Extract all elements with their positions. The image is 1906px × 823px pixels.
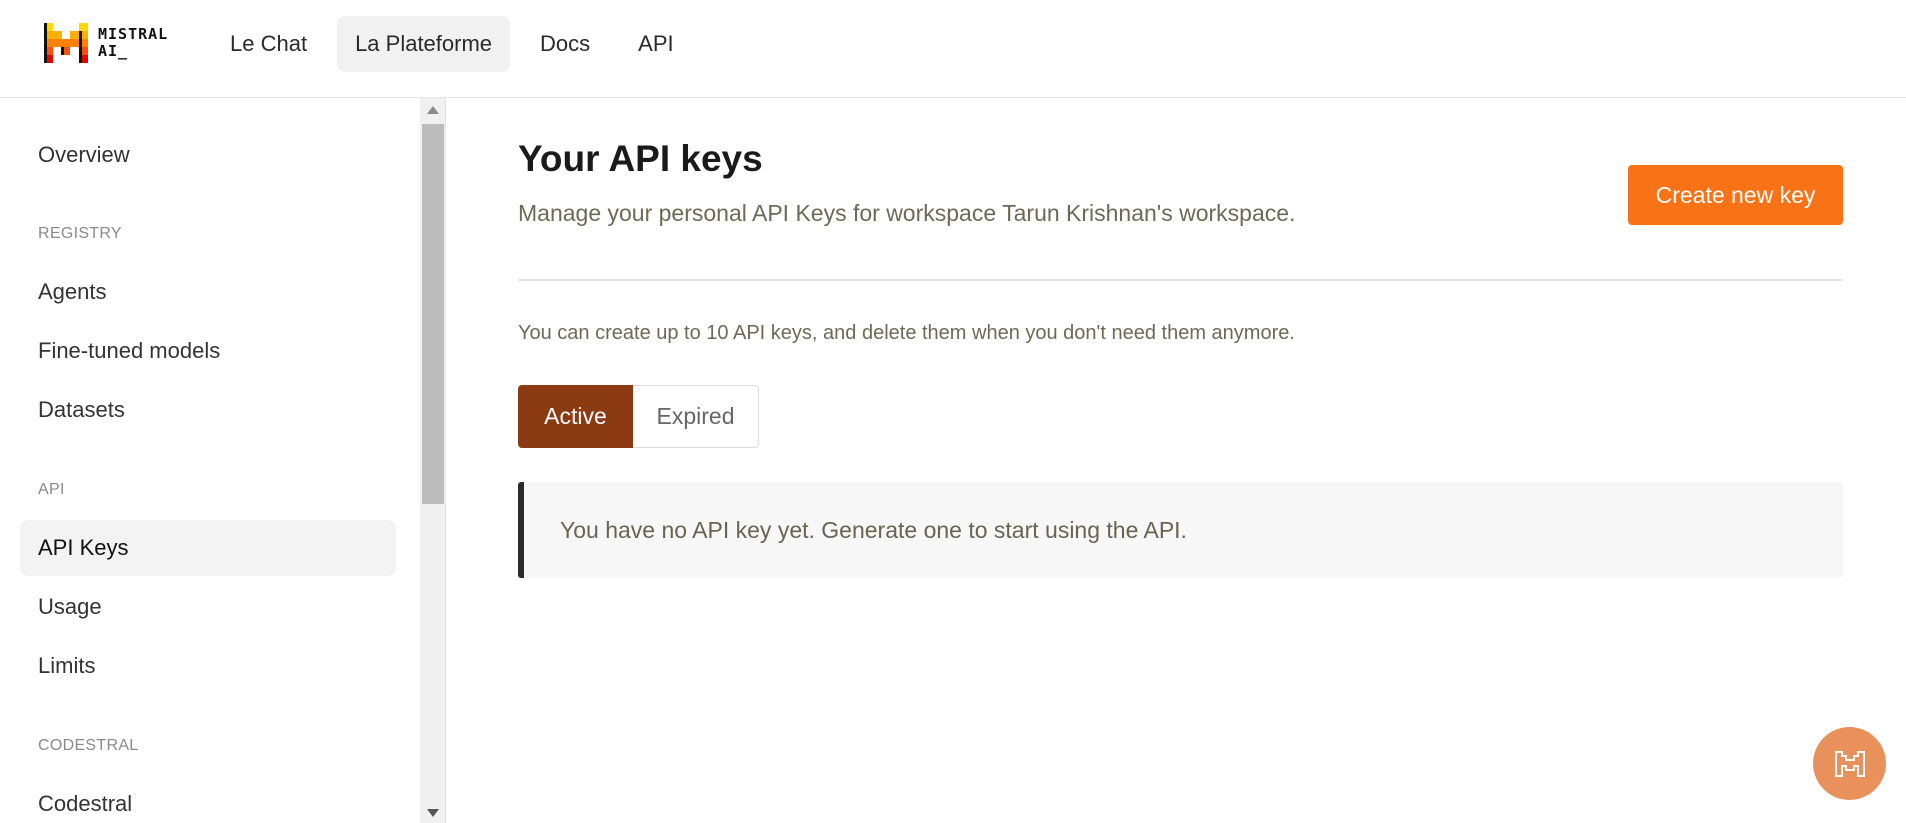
scroll-down-arrow-icon[interactable] [427,809,439,817]
sidebar-item-api-keys[interactable]: API Keys [20,520,396,576]
logo-line-2: AI_ [98,42,129,60]
sidebar-item-overview[interactable]: Overview [20,127,396,183]
sidebar-item-codestral[interactable]: Codestral [20,776,396,823]
nav-le-chat[interactable]: Le Chat [212,16,325,72]
scroll-up-arrow-icon[interactable] [427,106,439,114]
sidebar-item-usage[interactable]: Usage [20,579,396,635]
nav-api[interactable]: API [620,16,691,72]
scrollbar-thumb[interactable] [422,124,444,504]
sidebar-section-registry: REGISTRY [38,225,122,242]
mistral-chat-launcher-button[interactable] [1813,727,1886,800]
nav-la-plateforme[interactable]: La Plateforme [337,16,511,72]
main-content: Your API keys Manage your personal API K… [447,98,1906,823]
mistral-logo[interactable]: MISTRAL AI_ [44,22,180,64]
sidebar-scrollbar[interactable] [420,98,446,823]
top-header: MISTRAL AI_ Le Chat La Plateforme Docs A… [0,0,1906,98]
sidebar-section-api: API [38,481,65,498]
top-nav: Le Chat La Plateforme Docs API [212,16,704,72]
sidebar-section-codestral: CODESTRAL [38,737,139,754]
page-title: Your API keys [518,138,763,179]
logo-wordmark: MISTRAL AI_ [98,26,168,60]
tab-active[interactable]: Active [518,385,633,448]
sidebar-item-agents[interactable]: Agents [20,264,396,320]
sidebar-item-limits[interactable]: Limits [20,638,396,694]
nav-docs[interactable]: Docs [522,16,608,72]
mistral-logo-icon [44,23,88,63]
tab-expired[interactable]: Expired [633,385,759,448]
empty-state-message: You have no API key yet. Generate one to… [518,482,1843,578]
page-subtitle: Manage your personal API Keys for worksp… [518,200,1296,226]
divider [518,279,1843,281]
logo-line-1: MISTRAL [98,25,169,43]
mistral-m-icon [1834,750,1865,777]
sidebar-item-datasets[interactable]: Datasets [20,382,396,438]
sidebar-item-fine-tuned-models[interactable]: Fine-tuned models [20,323,396,379]
key-status-tabs: Active Expired [518,385,759,448]
create-new-key-button[interactable]: Create new key [1628,165,1843,225]
sidebar: Overview REGISTRY Agents Fine-tuned mode… [0,98,420,823]
api-key-limit-info: You can create up to 10 API keys, and de… [518,322,1295,344]
